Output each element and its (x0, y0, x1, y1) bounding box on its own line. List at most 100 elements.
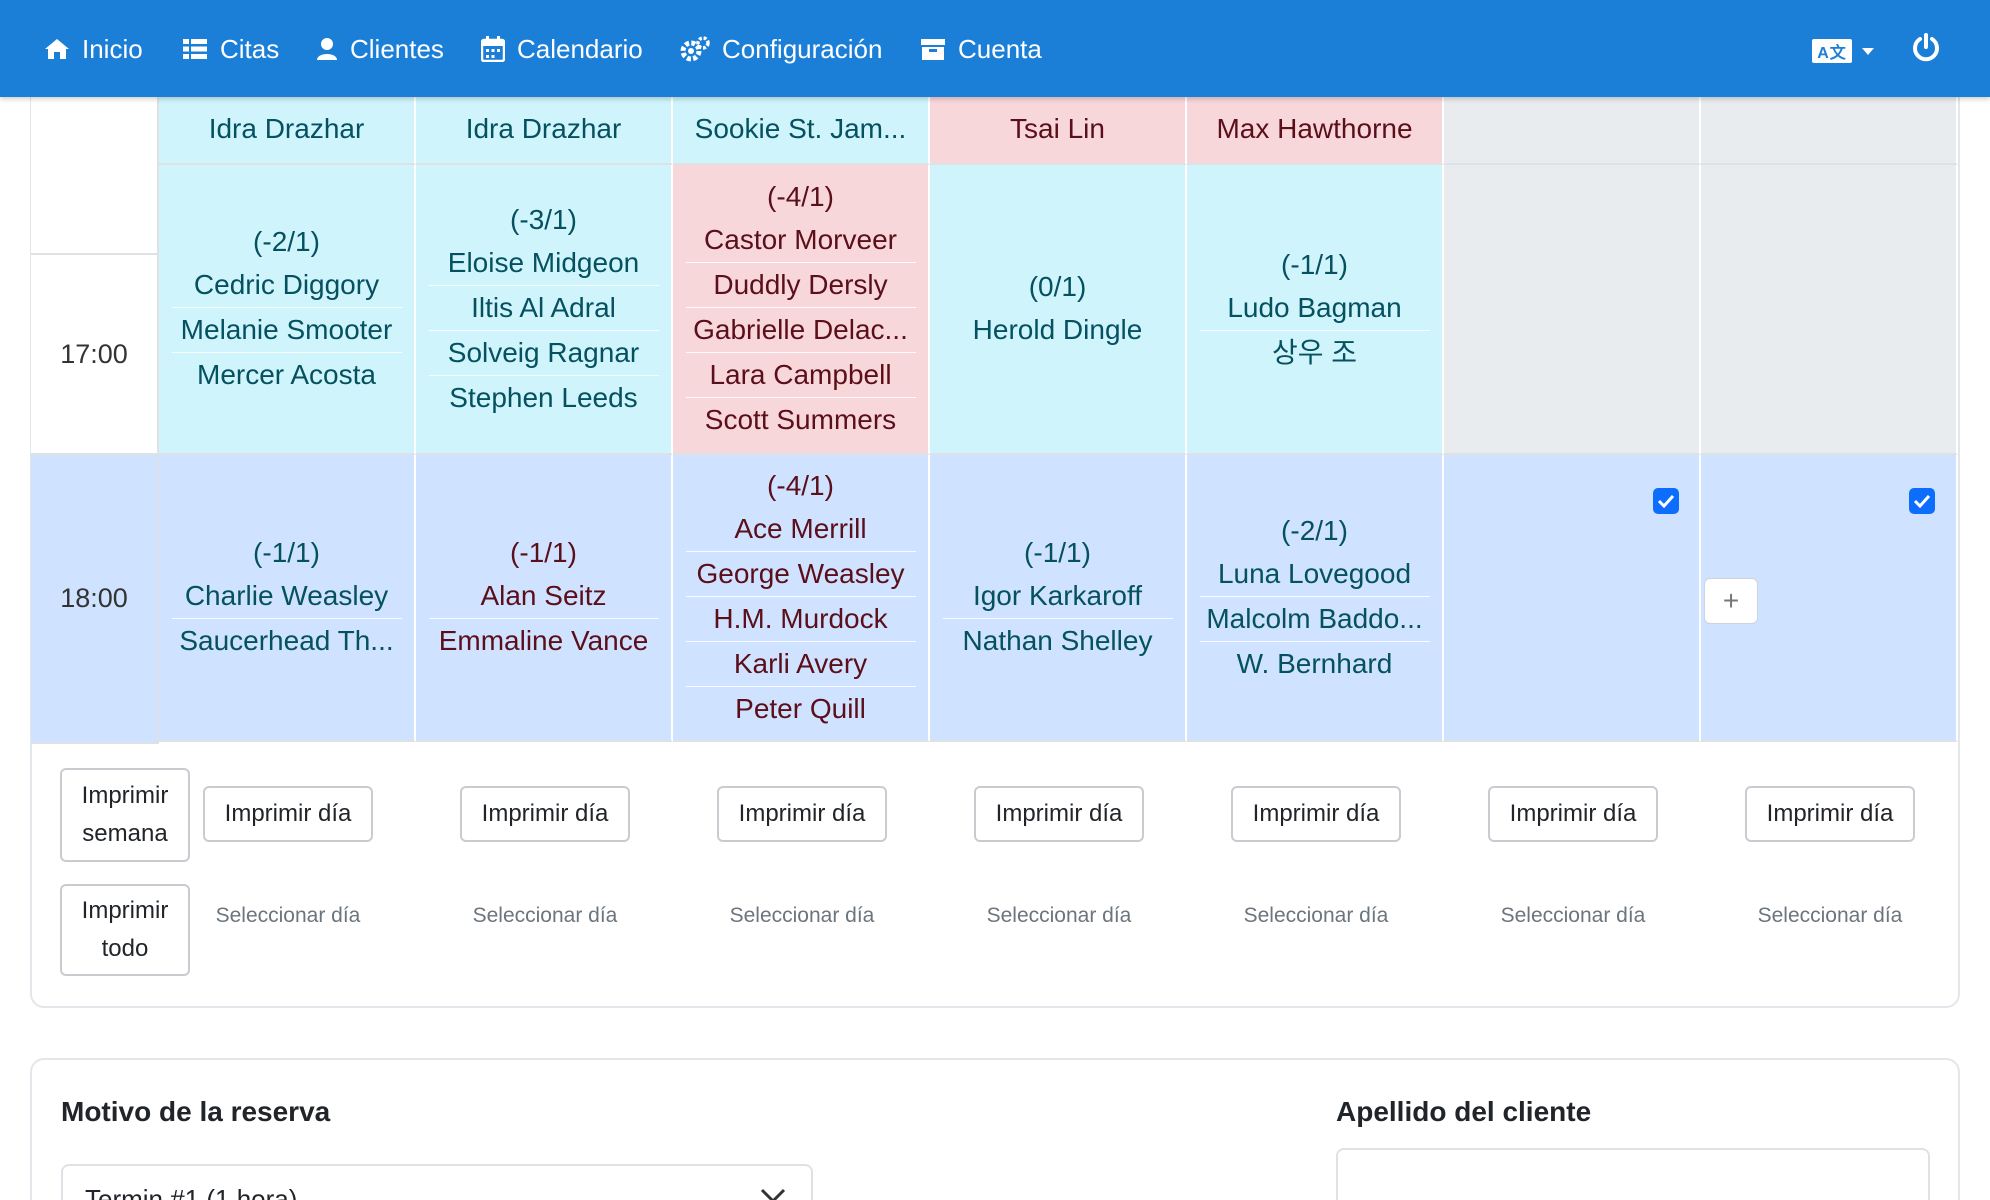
slot-count: (0/1) (1028, 271, 1087, 302)
select-day-link[interactable]: Seleccionar día (702, 904, 902, 928)
print-day-button[interactable]: Imprimir día (460, 786, 630, 842)
client-name[interactable]: W. Bernhard (1200, 642, 1430, 686)
client-name[interactable]: 상우 조 (1200, 331, 1430, 375)
appointment-cell[interactable] (1444, 165, 1701, 455)
client-name[interactable]: Ludo Bagman (1199, 286, 1430, 331)
select-day-link[interactable]: Seleccionar día (1473, 904, 1673, 928)
appointment-cell[interactable]: (-1/1) Alan Seitz Emmaline Vance (416, 455, 673, 742)
client-name[interactable]: Karli Avery (685, 642, 916, 687)
client-name[interactable]: Gabrielle Delac... (685, 308, 916, 353)
top-navbar: Inicio Citas Clientes Calendario Configu… (0, 0, 1990, 97)
home-icon (45, 39, 69, 59)
print-week-button[interactable]: Imprimir semana (60, 768, 190, 862)
slot-count: (-1/1) (253, 537, 320, 568)
nav-item-calendario[interactable]: Calendario (481, 30, 643, 68)
slot-count: (-4/1) (767, 469, 834, 501)
nav-item-cuenta[interactable]: Cuenta (920, 30, 1042, 68)
appointment-cell[interactable]: (-1/1) Ludo Bagman 상우 조 (1187, 165, 1444, 455)
appointment-cell[interactable]: (0/1) Herold Dingle (930, 165, 1187, 455)
nav-item-citas[interactable]: Citas (182, 30, 279, 68)
client-name[interactable]: Idra Drazhar (429, 107, 659, 151)
client-name[interactable]: Stephen Leeds (429, 376, 659, 420)
time-cell: 17:00 (31, 255, 159, 455)
print-day-button[interactable]: Imprimir día (717, 786, 887, 842)
translate-icon: A文 (1812, 39, 1852, 63)
print-day-button[interactable]: Imprimir día (203, 786, 373, 842)
print-all-button[interactable]: Imprimir todo (60, 884, 190, 976)
client-name[interactable]: Iltis Al Adral (428, 286, 659, 331)
appointment-cell[interactable]: (-1/1) Charlie Weasley Saucerhead Th... (159, 455, 416, 742)
appointment-cell[interactable]: (-2/1) Luna Lovegood Malcolm Baddo... W. Be… (1187, 455, 1444, 742)
nav-item-inicio[interactable]: Inicio (44, 30, 143, 68)
client-name[interactable]: Duddly Dersly (685, 263, 916, 308)
client-name[interactable]: Herold Dingle (943, 308, 1173, 352)
select-day-link[interactable]: Seleccionar día (445, 904, 645, 928)
appointment-cell[interactable]: (-3/1) Eloise Midgeon Iltis Al Adral Solvei… (416, 165, 673, 455)
select-day-link[interactable]: Seleccionar día (1216, 904, 1416, 928)
print-day-button[interactable]: Imprimir día (974, 786, 1144, 842)
client-name[interactable]: Sookie St. Jam... (686, 107, 916, 151)
select-day-link[interactable]: Seleccionar día (188, 904, 388, 928)
nav-label: Clientes (350, 33, 444, 64)
slot-count: (-4/1) (767, 181, 834, 212)
client-name[interactable]: Luna Lovegood (1199, 552, 1430, 597)
appointment-cell[interactable]: Max Hawthorne (1187, 97, 1444, 165)
nav-item-clientes[interactable]: Clientes (316, 30, 444, 68)
schedule-grid: 17:00 18:00 Idra Drazhar Idra Drazhar Sookie… (31, 97, 1959, 747)
client-name[interactable]: Saucerhead Th... (172, 619, 402, 663)
lastname-label: Apellido del cliente (1336, 1096, 1592, 1127)
client-name[interactable]: George Weasley (685, 552, 916, 597)
client-name[interactable]: Nathan Shelley (943, 619, 1173, 663)
nav-item-configuracion[interactable]: Configuración (680, 30, 882, 68)
client-name[interactable]: Idra Drazhar (172, 107, 402, 151)
appointment-cell[interactable]: Idra Drazhar (159, 97, 416, 165)
client-name[interactable]: Peter Quill (686, 687, 916, 731)
client-name[interactable]: Scott Summers (686, 398, 916, 442)
appointment-cell[interactable] (1701, 165, 1958, 455)
appointment-cell[interactable]: (-1/1) Igor Karkaroff Nathan Shelley (930, 455, 1187, 742)
day-checkbox[interactable] (1653, 488, 1679, 514)
client-name[interactable]: Alan Seitz (428, 574, 659, 619)
client-name[interactable]: Castor Morveer (685, 218, 916, 263)
cogs-icon (680, 36, 710, 62)
appointment-cell[interactable]: Idra Drazhar (416, 97, 673, 165)
print-day-button[interactable]: Imprimir día (1231, 786, 1401, 842)
time-label: 18:00 (60, 583, 128, 613)
appointment-cell[interactable]: Sookie St. Jam... (673, 97, 930, 165)
day-checkbox[interactable] (1909, 488, 1935, 514)
power-icon[interactable] (1910, 32, 1942, 64)
appointment-cell[interactable]: (-2/1) Cedric Diggory Melanie Smooter Merce… (159, 165, 416, 455)
client-name[interactable]: Charlie Weasley (171, 574, 402, 619)
client-name[interactable]: H.M. Murdock (685, 597, 916, 642)
client-name[interactable]: Igor Karkaroff (942, 574, 1173, 619)
client-name[interactable]: Solveig Ragnar (428, 331, 659, 376)
slot-count: (-2/1) (1281, 514, 1348, 546)
select-day-link[interactable]: Seleccionar día (1730, 904, 1930, 928)
nav-label: Configuración (722, 33, 883, 64)
lastname-input[interactable] (1336, 1148, 1930, 1200)
reason-select-value: Termin #1 (1 hora) (85, 1184, 298, 1200)
add-appointment-button[interactable]: + (1704, 578, 1758, 624)
appointment-cell[interactable]: (-4/1) Castor Morveer Duddly Dersly Gabriel… (673, 165, 930, 455)
slot-count: (-2/1) (253, 226, 320, 257)
language-dropdown[interactable]: A文 (1812, 36, 1874, 66)
client-name[interactable]: Lara Campbell (685, 353, 916, 398)
client-name[interactable]: Eloise Midgeon (428, 241, 659, 286)
appointment-cell[interactable] (1444, 97, 1701, 165)
print-day-button[interactable]: Imprimir día (1745, 786, 1915, 842)
appointment-cell[interactable] (1701, 97, 1958, 165)
appointment-cell[interactable]: Tsai Lin (930, 97, 1187, 165)
reason-select[interactable]: Termin #1 (1 hora) (61, 1164, 813, 1200)
print-day-button[interactable]: Imprimir día (1488, 786, 1658, 842)
select-day-link[interactable]: Seleccionar día (959, 904, 1159, 928)
client-name[interactable]: Mercer Acosta (172, 353, 402, 397)
appointment-cell[interactable]: (-4/1) Ace Merrill George Weasley H.M. Murd… (673, 455, 930, 742)
reason-label: Motivo de la reserva (61, 1096, 331, 1127)
client-name[interactable]: Ace Merrill (685, 507, 916, 552)
client-name[interactable]: Melanie Smooter (171, 308, 402, 353)
client-name[interactable]: Emmaline Vance (429, 619, 659, 663)
client-name[interactable]: Cedric Diggory (171, 263, 402, 308)
client-name[interactable]: Malcolm Baddo... (1199, 597, 1430, 642)
client-name[interactable]: Tsai Lin (943, 107, 1173, 151)
client-name[interactable]: Max Hawthorne (1200, 107, 1430, 151)
